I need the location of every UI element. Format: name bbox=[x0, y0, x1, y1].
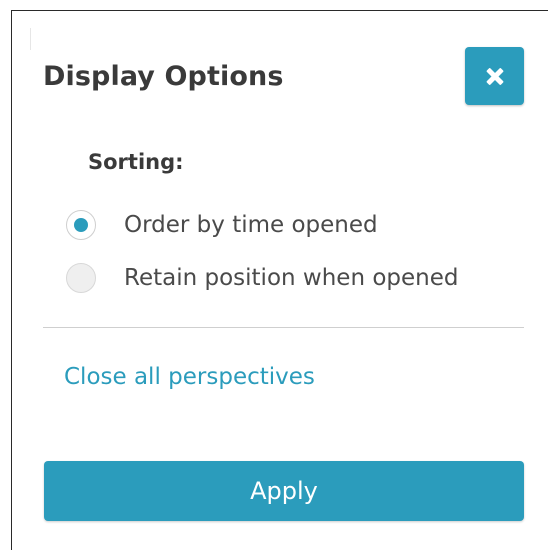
frame-edge-mark bbox=[30, 28, 31, 50]
radio-button-unchecked[interactable] bbox=[66, 263, 96, 293]
radio-option-retain-position[interactable]: Retain position when opened bbox=[66, 261, 458, 295]
apply-button[interactable]: Apply bbox=[44, 461, 524, 521]
radio-option-label: Retain position when opened bbox=[124, 265, 459, 291]
radio-button-checked[interactable] bbox=[66, 210, 96, 240]
divider bbox=[43, 327, 524, 328]
close-all-perspectives-link[interactable]: Close all perspectives bbox=[64, 364, 315, 390]
dialog-title: Display Options bbox=[43, 61, 284, 92]
close-button[interactable] bbox=[465, 47, 524, 105]
sorting-label: Sorting: bbox=[88, 150, 184, 174]
radio-option-order-by-time[interactable]: Order by time opened bbox=[66, 208, 378, 242]
radio-option-label: Order by time opened bbox=[124, 212, 378, 238]
